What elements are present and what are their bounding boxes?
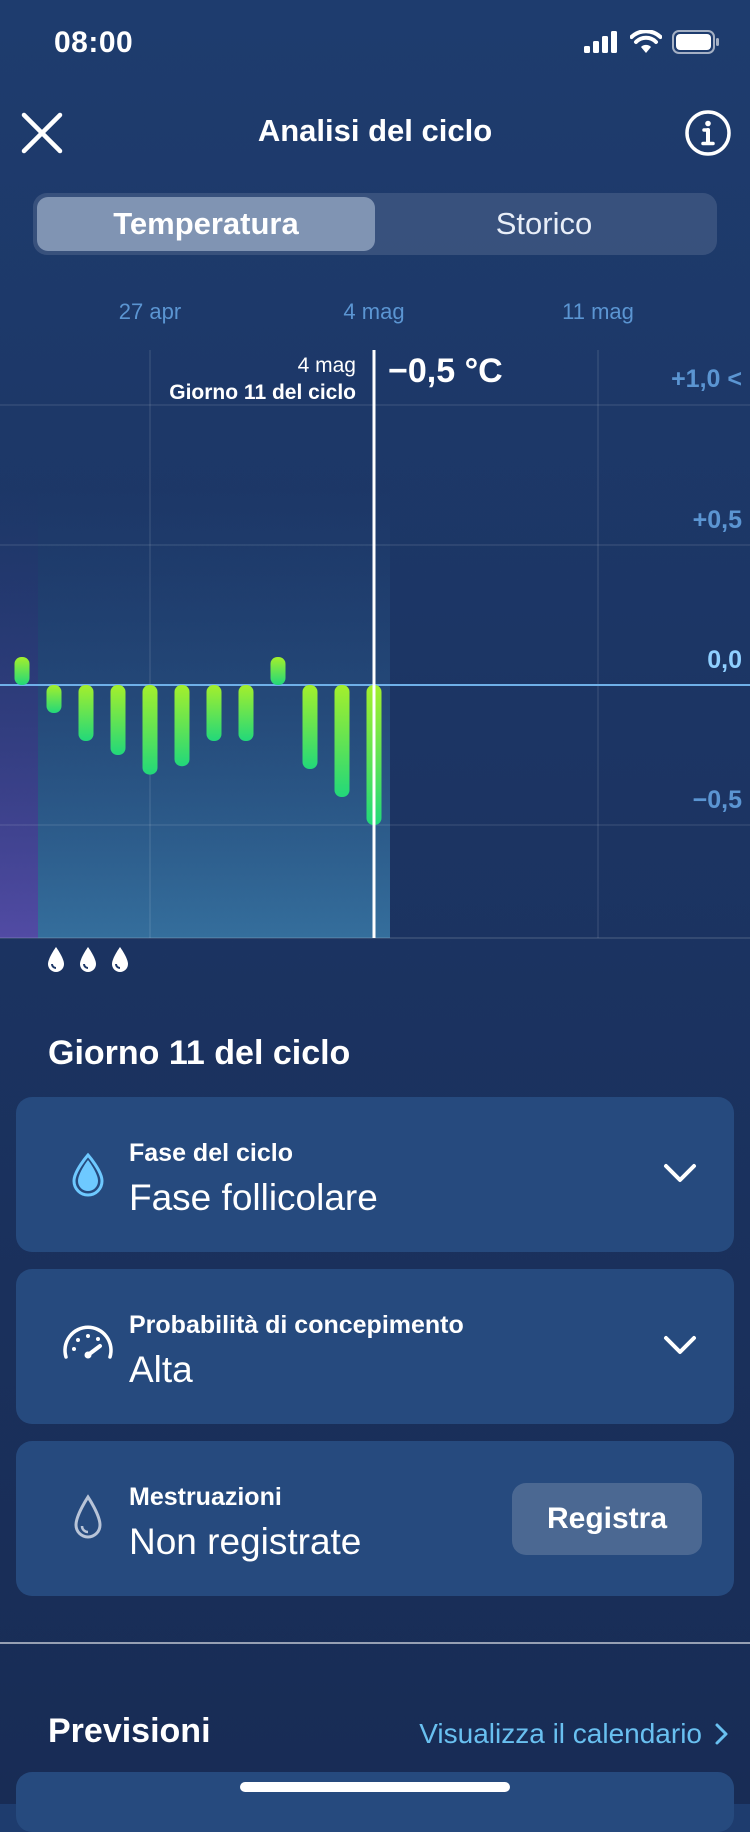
period-phase-area (0, 490, 38, 938)
chevron-down-icon (664, 1336, 696, 1354)
y-tick-label: +1,0 < (671, 365, 742, 394)
temperature-bar[interactable] (334, 685, 350, 797)
card-value: Alta (129, 1349, 193, 1390)
temperature-bar[interactable] (206, 685, 222, 741)
register-button[interactable]: Registra (512, 1483, 702, 1555)
status-time: 08:00 (54, 26, 134, 59)
selected-date: 4 mag (297, 354, 356, 377)
gauge-icon (63, 1325, 113, 1359)
status-bar: 08:00 (0, 0, 750, 90)
card-label: Fase del ciclo (129, 1139, 293, 1167)
tab-temperatura[interactable]: Temperatura (37, 197, 375, 251)
card-label: Mestruazioni (129, 1483, 282, 1511)
x-tick-label: 11 mag (562, 299, 634, 324)
tab-storico[interactable]: Storico (375, 197, 713, 251)
cellular-signal-icon (584, 31, 617, 53)
drop-icon (80, 947, 96, 972)
status-icons (584, 30, 720, 54)
y-tick-text: +1,0 (671, 365, 721, 393)
x-tick-label: 4 mag (343, 299, 405, 324)
period-days-row (46, 946, 130, 974)
y-tick-label: +0,5 (692, 506, 742, 534)
y-tick-label: −0,5 (692, 786, 742, 814)
temperature-chart[interactable]: 27 apr 4 mag 11 mag 4 mag Giorno 11 del … (0, 290, 750, 990)
temperature-bar[interactable] (110, 685, 126, 755)
selected-day-tooltip: 4 mag Giorno 11 del ciclo (169, 352, 356, 406)
chevron-left-icon: < (727, 365, 742, 393)
cycle-phase-card[interactable]: Fase del ciclo Fase follicolare (16, 1097, 734, 1252)
navigation-bar: Analisi del ciclo (0, 95, 750, 171)
drop-icon (112, 947, 128, 972)
selected-temperature-value: −0,5 °C (388, 352, 503, 390)
conception-probability-card[interactable]: Probabilità di concepimento Alta (16, 1269, 734, 1424)
predictions-title: Previsioni (48, 1712, 211, 1750)
temperature-bar[interactable] (78, 685, 94, 741)
temperature-bar[interactable] (302, 685, 318, 769)
selected-cycle-day: Giorno 11 del ciclo (169, 381, 356, 404)
predictions-card[interactable] (16, 1772, 734, 1832)
section-divider (0, 1642, 750, 1644)
temperature-bar[interactable] (174, 685, 190, 767)
x-tick-label: 27 apr (118, 299, 182, 324)
chevron-down-icon (664, 1164, 696, 1182)
view-calendar-label: Visualizza il calendario (419, 1718, 702, 1749)
card-label: Probabilità di concepimento (129, 1311, 464, 1339)
temperature-bar[interactable] (46, 685, 62, 713)
chevron-right-icon (715, 1723, 728, 1745)
cycle-day-title: Giorno 11 del ciclo (48, 1034, 351, 1072)
battery-icon (672, 30, 719, 54)
temperature-bar[interactable] (238, 685, 254, 741)
menstruation-card: Mestruazioni Non registrate Registra (16, 1441, 734, 1596)
view-calendar-link[interactable]: Visualizza il calendario (419, 1718, 730, 1750)
view-segmented-control: Temperatura Storico (33, 193, 717, 255)
card-value: Non registrate (129, 1521, 362, 1562)
drop-outline-icon (74, 1494, 102, 1539)
wifi-icon (630, 30, 662, 53)
info-button[interactable] (680, 105, 736, 161)
info-icon (685, 110, 731, 156)
temperature-bar[interactable] (270, 657, 286, 685)
temperature-bar[interactable] (142, 685, 158, 775)
y-tick-label: 0,0 (707, 646, 742, 674)
drop-icon (48, 947, 64, 972)
page-title: Analisi del ciclo (257, 113, 493, 148)
drop-icon (72, 1152, 104, 1197)
home-indicator (240, 1782, 510, 1792)
card-value: Fase follicolare (129, 1177, 378, 1218)
temperature-bar[interactable] (14, 657, 30, 685)
